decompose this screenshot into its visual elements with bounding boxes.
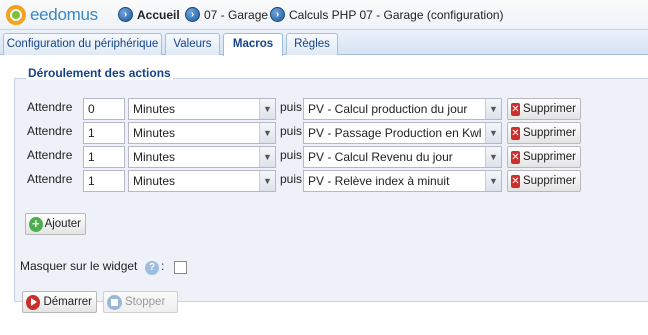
stop-icon [107, 294, 122, 310]
breadcrumb-label: Accueil [137, 7, 180, 22]
action-select[interactable]: PV - Relève index à minuit ▼ [303, 170, 502, 192]
tab-macros[interactable]: Macros [223, 33, 283, 56]
unit-select[interactable]: Minutes ▼ [128, 122, 276, 144]
colon-label: : [161, 259, 165, 273]
chevron-down-icon[interactable]: ▼ [259, 99, 275, 119]
then-label: puis [280, 124, 303, 138]
chevron-down-icon[interactable]: ▼ [485, 171, 501, 191]
action-select-value: PV - Relève index à minuit [308, 174, 450, 188]
delete-icon: ✕ [511, 126, 520, 140]
action-select[interactable]: PV - Calcul Revenu du jour ▼ [303, 146, 502, 168]
arrow-right-icon: › [270, 7, 285, 22]
delete-button[interactable]: ✕ Supprimer [507, 122, 581, 144]
stop-button-label: Stopper [125, 296, 166, 308]
unit-select-value: Minutes [133, 150, 176, 164]
unit-select-value: Minutes [133, 102, 176, 116]
then-label: puis [280, 172, 303, 186]
breadcrumb-device[interactable]: › Calculs PHP 07 - Garage (configuration… [270, 7, 504, 22]
chevron-down-icon[interactable]: ▼ [485, 147, 501, 167]
wait-label: Attendre [27, 100, 73, 114]
unit-select-value: Minutes [133, 174, 176, 188]
action-select[interactable]: PV - Passage Production en Kwh ▼ [303, 122, 502, 144]
action-select[interactable]: PV - Calcul production du jour ▼ [303, 98, 502, 120]
delete-icon: ✕ [511, 150, 520, 164]
then-label: puis [280, 100, 303, 114]
delete-button-label: Supprimer [522, 151, 576, 163]
logo-text: eedomus [30, 5, 98, 24]
chevron-down-icon[interactable]: ▼ [259, 123, 275, 143]
chevron-down-icon[interactable]: ▼ [259, 171, 275, 191]
wait-label: Attendre [27, 148, 73, 162]
delete-button-label: Supprimer [522, 175, 576, 187]
stop-button[interactable]: Stopper [103, 291, 178, 313]
unit-select[interactable]: Minutes ▼ [128, 170, 276, 192]
logo-icon [6, 5, 26, 25]
delete-button-label: Supprimer [522, 103, 576, 115]
then-label: puis [280, 148, 303, 162]
play-icon [26, 294, 41, 310]
delete-icon: ✕ [511, 102, 520, 116]
delete-button-label: Supprimer [522, 127, 576, 139]
actions-legend: Déroulement des actions [26, 66, 173, 80]
delete-button[interactable]: ✕ Supprimer [507, 146, 581, 168]
hide-widget-checkbox[interactable] [174, 261, 187, 274]
wait-label: Attendre [27, 172, 73, 186]
chevron-down-icon[interactable]: ▼ [485, 123, 501, 143]
breadcrumb-room[interactable]: › 07 - Garage [185, 7, 268, 22]
arrow-right-icon: › [185, 7, 200, 22]
plus-icon: + [29, 216, 43, 232]
unit-select[interactable]: Minutes ▼ [128, 98, 276, 120]
tab-values[interactable]: Valeurs [165, 33, 220, 55]
action-select-value: PV - Passage Production en Kwh [308, 126, 481, 140]
delay-input[interactable]: 1 [83, 170, 125, 192]
action-select-value: PV - Calcul Revenu du jour [308, 150, 453, 164]
tab-configuration[interactable]: Configuration du périphérique [3, 33, 162, 55]
wait-label: Attendre [27, 124, 73, 138]
breadcrumb-label: Calculs PHP 07 - Garage (configuration) [289, 7, 504, 22]
unit-select[interactable]: Minutes ▼ [128, 146, 276, 168]
unit-select-value: Minutes [133, 126, 176, 140]
breadcrumb-home[interactable]: › Accueil [118, 7, 180, 22]
tab-rules[interactable]: Règles [286, 33, 338, 55]
delay-input[interactable]: 0 [83, 98, 125, 120]
help-icon[interactable]: ? [145, 261, 159, 275]
add-button-label: Ajouter [44, 218, 81, 230]
action-select-value: PV - Calcul production du jour [308, 102, 468, 116]
delete-button[interactable]: ✕ Supprimer [507, 170, 581, 192]
breadcrumb-label: 07 - Garage [204, 7, 269, 22]
top-bar: eedomus › Accueil › 07 - Garage › Calcul… [0, 0, 648, 30]
eedomus-logo[interactable]: eedomus [6, 4, 98, 26]
delay-input[interactable]: 1 [83, 146, 125, 168]
delete-button[interactable]: ✕ Supprimer [507, 98, 581, 120]
hide-widget-label: Masquer sur le widget [20, 259, 138, 273]
tab-bar: Configuration du périphérique Valeurs Ma… [0, 30, 648, 56]
start-button-label: Démarrer [43, 296, 92, 308]
start-button[interactable]: Démarrer [22, 291, 97, 313]
chevron-down-icon[interactable]: ▼ [485, 99, 501, 119]
delete-icon: ✕ [511, 174, 520, 188]
chevron-down-icon[interactable]: ▼ [259, 147, 275, 167]
arrow-right-icon: › [118, 7, 133, 22]
add-action-button[interactable]: + Ajouter [25, 213, 86, 235]
delay-input[interactable]: 1 [83, 122, 125, 144]
